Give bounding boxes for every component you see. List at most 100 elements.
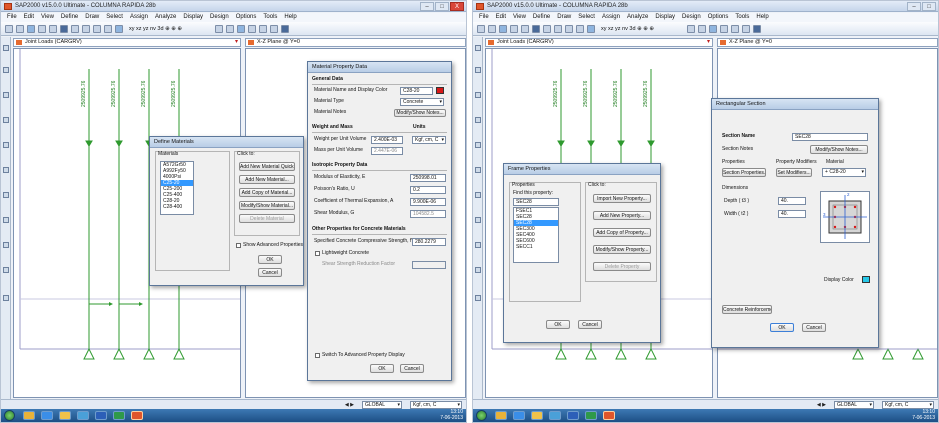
menu-help[interactable]: Help bbox=[756, 13, 768, 22]
draw-rect-icon[interactable] bbox=[3, 192, 9, 198]
cancel-button[interactable]: Cancel bbox=[802, 323, 826, 332]
import-property-button[interactable]: Import New Property... bbox=[593, 194, 651, 203]
menu-view[interactable]: View bbox=[41, 13, 54, 22]
section-name-field[interactable]: SEC28 bbox=[792, 133, 868, 141]
display-color-swatch[interactable] bbox=[862, 276, 870, 283]
new-model-icon[interactable] bbox=[477, 24, 485, 33]
minimize-button[interactable]: – bbox=[907, 2, 921, 11]
3d-view-icon[interactable] bbox=[115, 24, 123, 33]
list-item[interactable]: C28-400 bbox=[161, 204, 193, 210]
assign-icon[interactable] bbox=[236, 24, 245, 33]
width-field[interactable]: 40. bbox=[778, 210, 806, 218]
menu-select[interactable]: Select bbox=[578, 13, 595, 22]
menu-analyze[interactable]: Analyze bbox=[627, 13, 648, 22]
lightweight-checkbox[interactable] bbox=[315, 251, 320, 256]
chrome-icon[interactable] bbox=[549, 411, 561, 420]
ok-button[interactable]: OK bbox=[770, 323, 794, 332]
add-copy-property-button[interactable]: Add Copy of Property... bbox=[593, 228, 651, 237]
close-button[interactable]: X bbox=[450, 2, 464, 11]
draw-rect-icon[interactable] bbox=[475, 192, 481, 198]
reshape-icon[interactable] bbox=[3, 67, 9, 73]
menu-display[interactable]: Display bbox=[655, 13, 675, 22]
zoom-in-icon[interactable] bbox=[71, 24, 79, 33]
quick-draw-icon[interactable] bbox=[3, 142, 9, 148]
units-status-select[interactable]: Kgf, cm, C ▾ bbox=[410, 401, 462, 409]
draw-area-icon[interactable] bbox=[697, 24, 706, 33]
zoom-out-icon[interactable] bbox=[82, 24, 90, 33]
draw-area-tool-icon[interactable] bbox=[475, 167, 481, 173]
design-icon[interactable] bbox=[752, 24, 761, 33]
media-player-icon[interactable] bbox=[495, 411, 507, 420]
list-item[interactable]: SECC1 bbox=[514, 244, 558, 250]
display-icon[interactable] bbox=[247, 24, 256, 33]
start-button-icon[interactable] bbox=[4, 410, 15, 421]
minimize-button[interactable]: – bbox=[420, 2, 434, 11]
ok-button[interactable]: OK bbox=[370, 364, 394, 373]
clear-selection-icon[interactable] bbox=[3, 267, 9, 273]
show-advanced-checkbox[interactable] bbox=[236, 243, 241, 248]
open-icon[interactable] bbox=[16, 24, 24, 33]
word-icon[interactable] bbox=[567, 411, 579, 420]
pan-icon[interactable] bbox=[104, 24, 112, 33]
file-explorer-icon[interactable] bbox=[531, 411, 543, 420]
draw-area-tool-icon[interactable] bbox=[3, 167, 9, 173]
run-analysis-icon[interactable] bbox=[532, 24, 540, 33]
section-properties-button[interactable]: Section Properties... bbox=[722, 168, 766, 177]
menu-define[interactable]: Define bbox=[533, 13, 550, 22]
properties-list[interactable]: FSEC1 SEC28 SEC28 SEC300 SEC400 SEC600 S… bbox=[513, 207, 559, 263]
modify-show-property-button[interactable]: Modify/Show Property... bbox=[593, 245, 651, 254]
menu-edit[interactable]: Edit bbox=[24, 13, 34, 22]
media-player-icon[interactable] bbox=[23, 411, 35, 420]
zoom-window-icon[interactable] bbox=[565, 24, 573, 33]
open-icon[interactable] bbox=[488, 24, 496, 33]
modify-show-material-button[interactable]: Modify/Show Material... bbox=[239, 201, 295, 210]
close-view-icon[interactable]: ▾ bbox=[707, 39, 710, 46]
select-all-icon[interactable] bbox=[3, 217, 9, 223]
undo-icon[interactable] bbox=[38, 24, 46, 33]
concrete-reinforcement-button[interactable]: Concrete Reinforcement... bbox=[722, 305, 772, 314]
deformed-shape-icon[interactable] bbox=[258, 24, 267, 33]
material-color-swatch[interactable] bbox=[436, 87, 444, 94]
snap-icon[interactable] bbox=[475, 295, 481, 301]
zoom-out-icon[interactable] bbox=[554, 24, 562, 33]
add-new-property-button[interactable]: Add New Property... bbox=[593, 211, 651, 220]
cancel-button[interactable]: Cancel bbox=[578, 320, 602, 329]
display-icon[interactable] bbox=[719, 24, 728, 33]
draw-line-icon[interactable] bbox=[3, 92, 9, 98]
add-copy-material-button[interactable]: Add Copy of Material... bbox=[239, 188, 295, 197]
delete-property-button[interactable]: Delete Property bbox=[593, 262, 651, 271]
menu-display[interactable]: Display bbox=[183, 13, 203, 22]
word-icon[interactable] bbox=[95, 411, 107, 420]
modulus-field[interactable]: 250998.01 bbox=[410, 174, 446, 182]
zoom-in-icon[interactable] bbox=[543, 24, 551, 33]
delete-material-button[interactable]: Delete Material bbox=[239, 214, 295, 223]
modify-show-notes-button[interactable]: Modify/Show Notes... bbox=[810, 145, 868, 154]
menu-file[interactable]: File bbox=[7, 13, 17, 22]
ok-button[interactable]: OK bbox=[258, 255, 282, 264]
cancel-button[interactable]: Cancel bbox=[400, 364, 424, 373]
view-toolbar-text[interactable]: xy xz yz nv 3d ⊕ ⊕ ⊕ bbox=[129, 26, 182, 32]
maximize-button[interactable]: □ bbox=[922, 2, 936, 11]
select-previous-icon[interactable] bbox=[3, 242, 9, 248]
coord-system-select[interactable]: GLOBAL ▾ bbox=[834, 401, 874, 409]
view-toolbar-text[interactable]: xy xz yz nv 3d ⊕ ⊕ ⊕ bbox=[601, 26, 654, 32]
sap2000-taskbar-icon[interactable] bbox=[131, 411, 143, 420]
material-select[interactable]: + C28-20 ▾ bbox=[822, 168, 866, 177]
ok-button[interactable]: OK bbox=[546, 320, 570, 329]
weight-per-volume-field[interactable]: 2.400E-03 bbox=[371, 136, 403, 144]
excel-icon[interactable] bbox=[113, 411, 125, 420]
draw-brace-icon[interactable] bbox=[475, 117, 481, 123]
poisson-field[interactable]: 0.2 bbox=[410, 186, 446, 194]
sap2000-taskbar-icon[interactable] bbox=[603, 411, 615, 420]
thermal-expansion-field[interactable]: 9.900E-06 bbox=[410, 198, 446, 206]
units-select[interactable]: Kgf, cm, C ▾ bbox=[412, 136, 446, 144]
design-icon[interactable] bbox=[280, 24, 289, 33]
internet-explorer-icon[interactable] bbox=[41, 411, 53, 420]
menu-assign[interactable]: Assign bbox=[130, 13, 148, 22]
snap-icon[interactable] bbox=[3, 295, 9, 301]
modify-show-notes-button[interactable]: Modify/Show Notes... bbox=[394, 109, 446, 117]
excel-icon[interactable] bbox=[585, 411, 597, 420]
view-tab-xz-plane[interactable]: X-Z Plane @ Y=0 bbox=[245, 38, 466, 47]
menu-assign[interactable]: Assign bbox=[602, 13, 620, 22]
menu-options[interactable]: Options bbox=[236, 13, 257, 22]
